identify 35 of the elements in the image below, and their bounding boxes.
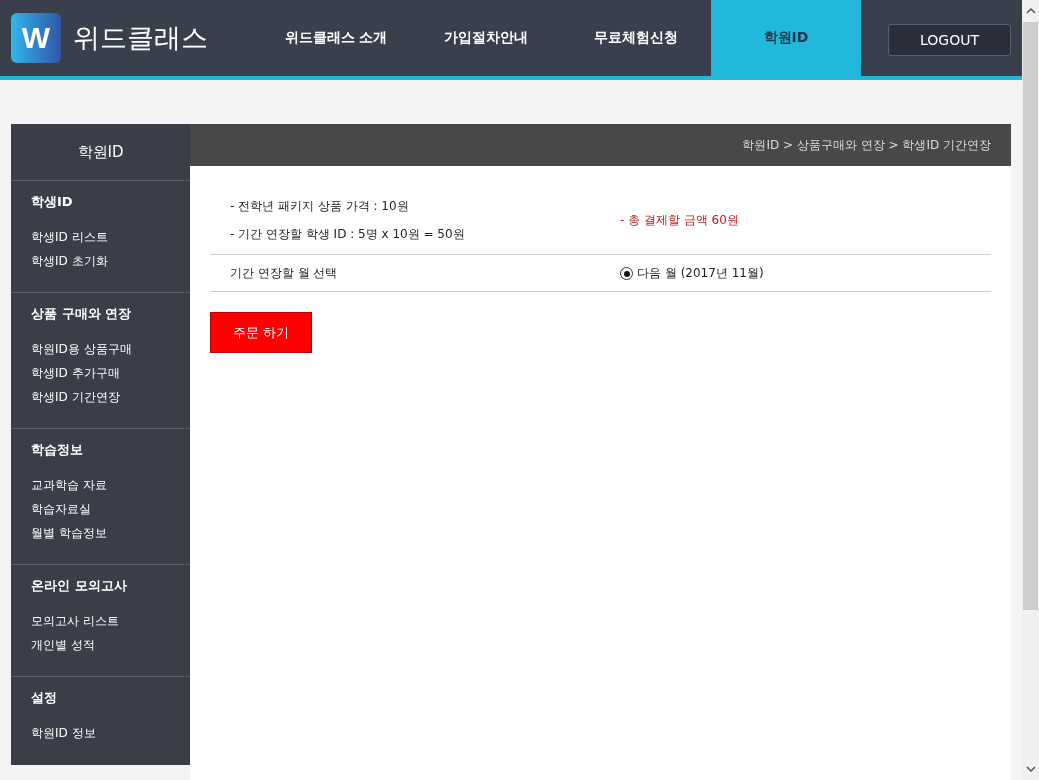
sidebar-link[interactable]: 월별 학습정보 <box>31 521 107 545</box>
logo-text[interactable]: 위드클래스 <box>73 20 208 56</box>
radio-label[interactable]: 다음 월 (2017년 11월) <box>637 265 764 282</box>
price-detail: - 전학년 패키지 상품 가격 : 10원 <box>230 198 410 215</box>
month-select-label: 기간 연장할 월 선택 <box>230 266 338 280</box>
scroll-down-icon[interactable] <box>1025 766 1036 772</box>
nav-tab[interactable]: 위드클래스 소개 <box>261 0 411 76</box>
sidebar-link[interactable]: 학습자료실 <box>31 497 91 521</box>
breadcrumb: 학원ID > 상품구매와 연장 > 학생ID 기간연장 <box>742 136 991 154</box>
sidebar-link[interactable]: 모의고사 리스트 <box>31 609 119 633</box>
scrollbar-thumb[interactable] <box>1023 22 1038 610</box>
nav-tab[interactable]: 가입절차안내 <box>411 0 561 76</box>
radio-button[interactable] <box>620 267 633 280</box>
sidebar-link[interactable]: 학생ID 기간연장 <box>31 385 120 409</box>
sidebar-heading: 설정 <box>31 689 57 707</box>
sidebar-heading: 온라인 모의고사 <box>31 577 127 595</box>
logo-icon[interactable]: W <box>11 13 61 63</box>
sidebar-link[interactable]: 개인별 성적 <box>31 633 95 657</box>
nav-tab[interactable]: 무료체험신청 <box>561 0 711 76</box>
order-button[interactable]: 주문 하기 <box>210 312 312 353</box>
total-amount: - 총 결제할 금액 60원 <box>620 211 739 229</box>
logout-button[interactable]: LOGOUT <box>888 24 1011 56</box>
sidebar-link[interactable]: 학생ID 추가구매 <box>31 361 120 385</box>
sidebar-heading: 상품 구매와 연장 <box>31 305 132 323</box>
nav-tab[interactable]: 학원ID <box>711 0 861 76</box>
sidebar-heading: 학생ID <box>31 193 73 211</box>
sidebar-link[interactable]: 학원ID용 상품구매 <box>31 337 132 361</box>
sidebar-link[interactable]: 학생ID 초기화 <box>31 249 108 273</box>
scroll-up-icon[interactable] <box>1025 8 1036 14</box>
sidebar-link[interactable]: 교과학습 자료 <box>31 473 107 497</box>
sidebar-link[interactable]: 학생ID 리스트 <box>31 225 108 249</box>
sidebar-heading: 학습정보 <box>31 441 83 459</box>
price-detail: - 기간 연장할 학생 ID : 5명 x 10원 = 50원 <box>230 226 466 243</box>
sidebar-link[interactable]: 학원ID 정보 <box>31 721 96 745</box>
scrollbar[interactable] <box>1022 0 1039 780</box>
